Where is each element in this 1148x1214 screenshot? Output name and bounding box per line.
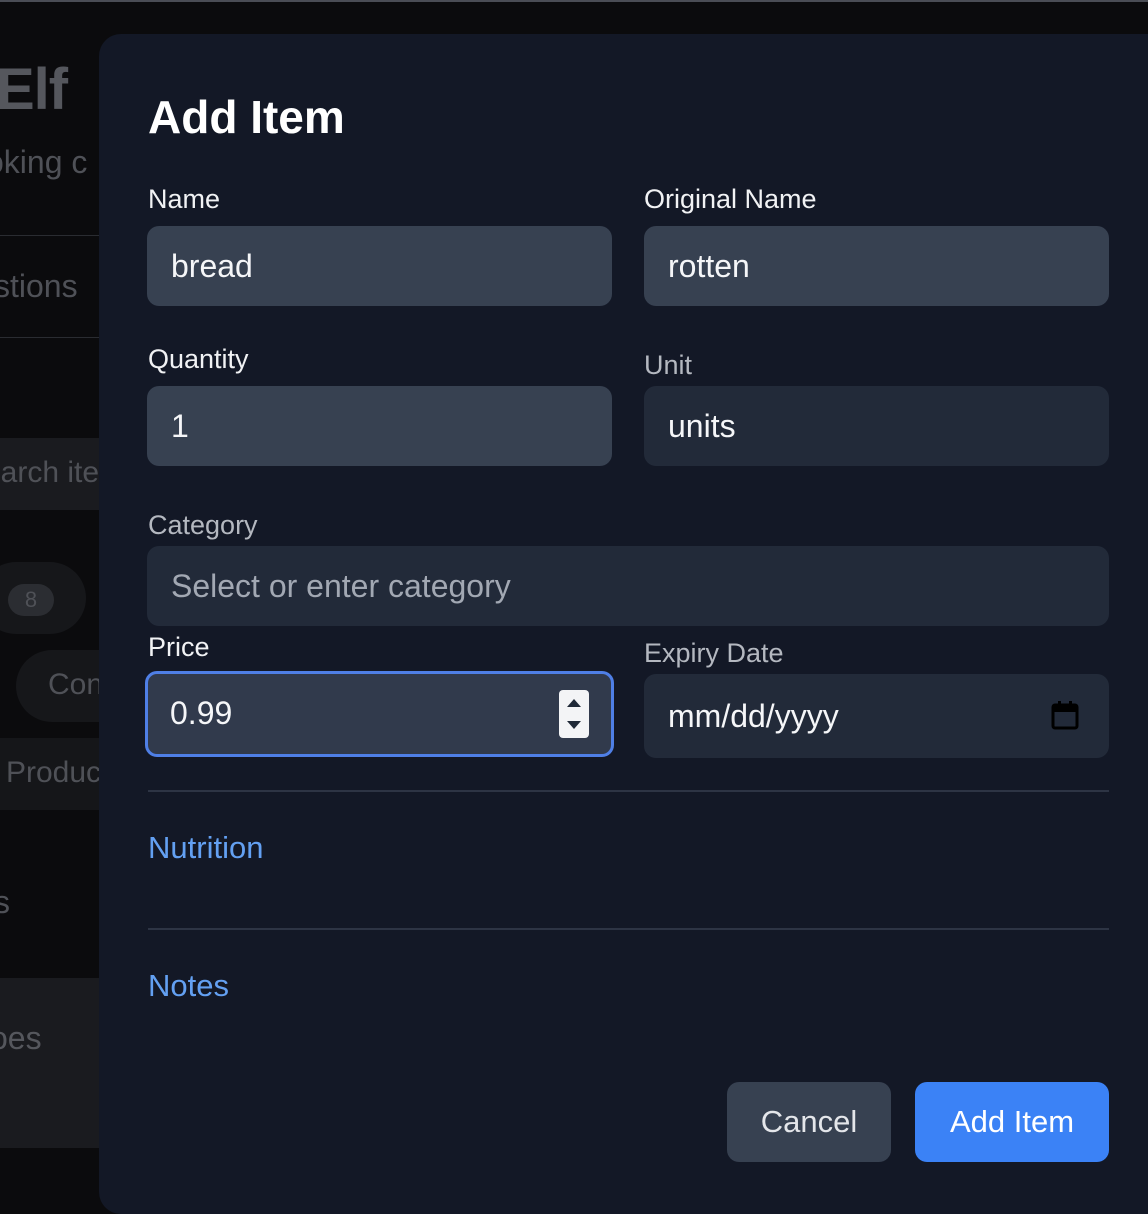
add-item-button[interactable]: Add Item [915,1082,1109,1162]
recipes-label: oes [0,1020,42,1056]
category-input[interactable]: Select or enter category [147,546,1109,626]
price-label: Price [148,632,210,662]
quantity-input[interactable]: 1 [147,386,612,466]
app-logo: Elf [0,57,68,122]
price-value: 0.99 [170,695,233,731]
name-input[interactable]: bread [147,226,612,306]
unit-value: units [668,408,736,444]
category-chip-label: Con [48,668,104,701]
cancel-button[interactable]: Cancel [727,1082,891,1162]
category-placeholder: Select or enter category [171,568,511,604]
products-row: Produc [0,738,110,810]
stepper-icon[interactable] [559,690,589,738]
original-name-input[interactable]: rotten [644,226,1109,306]
notes-section-toggle[interactable]: Notes [148,968,229,1004]
decrement-arrow-icon[interactable] [567,721,581,729]
recipes-panel [0,978,110,1148]
unit-label: Unit [644,350,693,380]
unit-input[interactable]: units [644,386,1109,466]
expiry-date-input[interactable]: mm/dd/yyyy [644,674,1109,758]
nav-divider [0,235,110,236]
category-label: Category [148,510,258,540]
dialog-title: Add Item [148,91,345,143]
quantity-label: Quantity [148,344,249,374]
add-item-dialog: Add Item Name bread Original Name rotten… [99,34,1148,1214]
name-value: bread [171,248,253,284]
app-tagline: oking c [0,144,88,180]
expiry-date-placeholder: mm/dd/yyyy [668,698,839,734]
count-badge: 8 [8,584,54,616]
nav-divider [0,337,110,338]
products-label: Produc [6,756,102,789]
increment-arrow-icon[interactable] [567,699,581,707]
name-label: Name [148,184,221,214]
quantity-value: 1 [171,408,189,444]
search-placeholder: earch ite [0,456,100,489]
expiry-date-label: Expiry Date [644,638,784,668]
section-divider [148,790,1109,792]
nav-item-suggestions: stions [0,268,78,304]
price-input[interactable]: 0.99 [145,671,614,757]
original-name-value: rotten [668,248,750,284]
section-divider [148,928,1109,930]
section-heading: s [0,884,10,920]
calendar-icon[interactable] [1051,700,1079,730]
original-name-label: Original Name [644,184,817,214]
nutrition-section-toggle[interactable]: Nutrition [148,830,263,866]
